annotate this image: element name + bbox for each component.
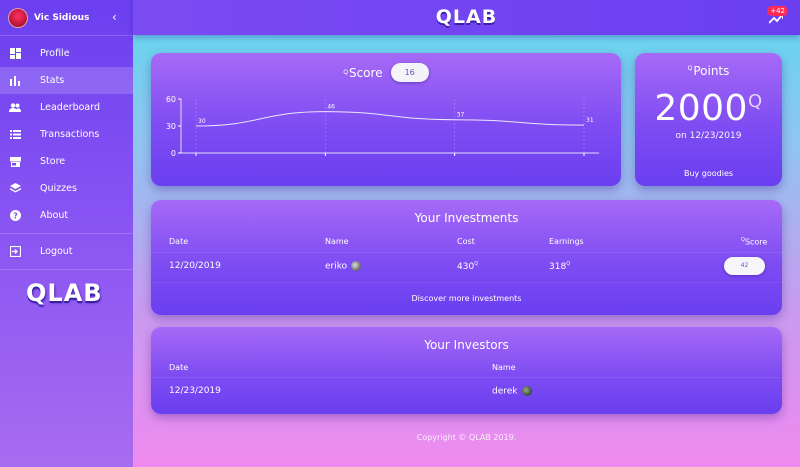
discover-investments-link[interactable]: Discover more investments [151,294,782,303]
data-label: 37 [457,112,465,119]
column-header-name: Name [492,363,516,372]
divider [151,252,782,253]
divider [0,233,133,234]
divider [151,282,782,283]
column-header-date: Date [169,237,189,246]
points-title: Points [693,64,730,78]
score-line [195,111,585,127]
store-icon [9,156,21,168]
column-header-cost: Cost [457,237,475,246]
investors-title: Your Investors [424,338,509,352]
sidebar-item-profile[interactable]: Profile [0,40,133,67]
svg-text:?: ? [13,212,18,221]
chevron-left-icon[interactable]: ‹ [112,11,117,23]
bar-chart-icon [9,75,21,87]
column-header-date: Date [169,363,189,372]
investment-earnings: 318Q [549,261,571,272]
logout-button[interactable]: Logout [0,238,133,265]
investment-score-pill[interactable]: 42 [724,257,765,275]
sidebar-item-label: Transactions [40,129,100,140]
score-header: Q Score 16 [151,63,621,82]
data-label: 31 [586,117,594,124]
score-card: Q Score 16 60 30 0 30 46 37 31 [151,53,621,186]
avatar [521,386,532,396]
people-icon [9,102,21,114]
notification-badge: +42 [767,6,788,16]
y-tick-label: 30 [166,122,176,131]
logout-label: Logout [40,246,73,257]
score-chart: 60 30 0 30 46 37 31 [166,95,599,158]
brand-logo: QLAB [435,6,498,28]
divider [0,269,133,270]
sidebar-item-label: Store [40,156,66,167]
sidebar: Vic Sidious ‹ Profile Stats Leaderboard [0,0,133,467]
points-card: QPoints 2000Q on 12/23/2019 Buy goodies [635,53,782,186]
data-label: 30 [198,118,206,125]
investments-title: Your Investments [414,211,519,225]
points-unit: Q [747,91,763,112]
sidebar-logo: QLAB [26,279,103,307]
column-header-score: QScore [741,237,768,247]
points-value-row: 2000Q [635,82,782,129]
investments-card: Your Investments Date Name Cost Earnings… [151,200,782,315]
top-bar: QLAB +42 [133,0,800,35]
investor-date: 12/23/2019 [169,386,221,396]
score-title: Score [348,65,383,80]
sidebar-item-transactions[interactable]: Transactions [0,121,133,148]
divider [151,377,782,378]
points-value: 2000 [654,88,748,129]
sidebar-item-stats[interactable]: Stats [0,67,133,94]
q-coin-icon: Q [687,65,693,72]
user-name: Vic Sidious [34,12,90,23]
buy-goodies-button[interactable]: Buy goodies [635,169,782,178]
layers-icon [9,183,21,195]
avatar [351,261,362,271]
points-date: on 12/23/2019 [675,131,742,141]
sidebar-nav: Profile Stats Leaderboard Transactions S… [0,36,133,229]
sidebar-item-about[interactable]: ? About [0,202,133,229]
investment-name: eriko [325,261,362,272]
list-icon [9,129,21,141]
column-header-name: Name [325,237,349,246]
y-tick-label: 0 [171,149,176,158]
logout-icon [9,246,21,258]
investment-cost: 430Q [457,261,479,272]
y-tick-label: 60 [166,95,176,104]
sidebar-item-leaderboard[interactable]: Leaderboard [0,94,133,121]
sidebar-item-quizzes[interactable]: Quizzes [0,175,133,202]
avatar[interactable] [8,7,28,28]
data-label: 46 [327,104,335,111]
sidebar-item-label: Quizzes [40,183,77,194]
sidebar-item-label: About [40,210,69,221]
sidebar-item-store[interactable]: Store [0,148,133,175]
investors-card: Your Investors Date Name 12/23/2019 dere… [151,327,782,414]
investor-name: derek [492,386,532,397]
sidebar-item-label: Profile [40,48,70,59]
help-icon: ? [9,210,21,222]
score-pill[interactable]: 16 [390,63,429,82]
points-title-row: QPoints [635,64,782,78]
footer-copyright: Copyright © QLAB 2019. [416,433,517,442]
sidebar-item-label: Stats [40,75,65,86]
dashboard-icon [9,48,21,60]
q-coin-icon: Q [343,69,348,76]
investment-date: 12/20/2019 [169,261,221,271]
column-header-earnings: Earnings [549,237,584,246]
sidebar-item-label: Leaderboard [40,102,101,113]
